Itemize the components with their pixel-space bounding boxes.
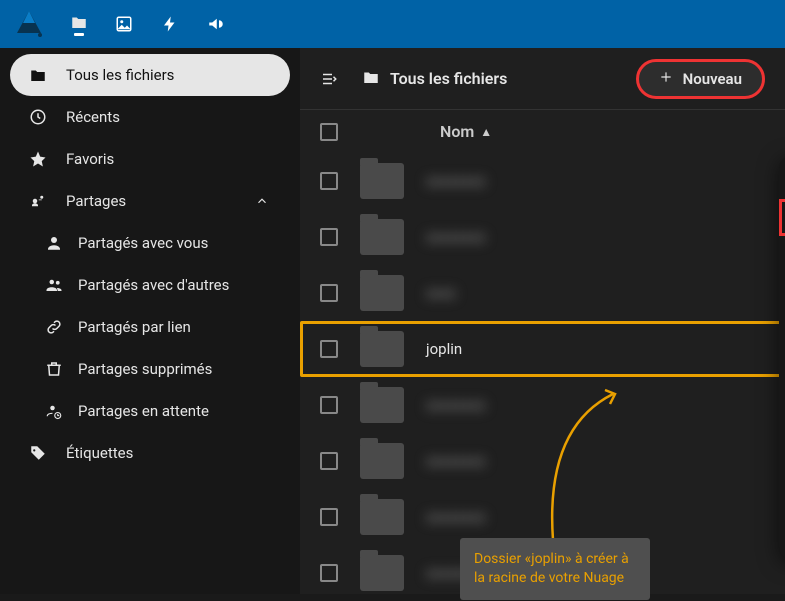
row-name: xxxxxxxx [426,172,486,190]
sidebar-item-recent[interactable]: Récents [10,96,290,138]
folder-icon [360,331,404,367]
sidebar-item-label: Récents [66,108,120,126]
sidebar-subitem-pending-shares[interactable]: Partages en attente [10,390,290,432]
breadcrumb-label: Tous les fichiers [390,69,507,88]
sidebar-subitem-label: Partagés avec vous [78,234,208,252]
files-app-icon[interactable] [70,13,88,36]
sidebar-item-label: Favoris [66,150,114,168]
menu-item[interactable]: Nouveau dossier [779,199,785,236]
table-row[interactable]: joplin [300,321,785,377]
sidebar-item-all-files[interactable]: Tous les fichiers [10,54,290,96]
row-checkbox[interactable] [320,396,338,414]
folder-icon [360,219,404,255]
row-name: xxxxxxxx [426,228,486,246]
sidebar-item-label: Étiquettes [66,444,133,462]
table-header: Nom ▲ [300,110,785,153]
select-all-checkbox[interactable] [320,123,338,141]
sidebar-subitem-label: Partagés par lien [78,318,191,336]
new-button[interactable]: Nouveau [636,59,765,99]
plus-icon [659,70,673,88]
folder-icon [360,275,404,311]
column-header-name[interactable]: Nom ▲ [360,122,765,141]
users-icon [44,276,64,294]
user-clock-icon [44,402,64,420]
menu-item[interactable]: Nouveau diagramme [779,294,785,331]
sidebar-item-favorites[interactable]: Favoris [10,138,290,180]
sidebar-item-tags[interactable]: Étiquettes [10,432,290,474]
row-name: xxxxxxxx [426,396,486,414]
sidebar-subitem-label: Partages supprimés [78,360,212,378]
new-menu: Téléchargement des fichiersNouveau dossi… [779,156,785,559]
table-row[interactable]: xxxx [300,265,785,321]
link-icon [44,318,64,336]
sidebar: Tous les fichiers Récents Favoris Partag… [0,48,300,594]
trash-icon [44,360,64,378]
share-icon [28,192,48,210]
sidebar-subitem-shared-with-others[interactable]: Partagés avec d'autres [10,264,290,306]
table-row[interactable]: xxxxxxxx [300,209,785,265]
sidebar-item-shares[interactable]: Partages [10,180,290,222]
folder-icon [362,68,380,90]
sidebar-subitem-shared-by-link[interactable]: Partagés par lien [10,306,290,348]
folder-icon [360,555,404,591]
row-checkbox[interactable] [320,452,338,470]
table-row[interactable]: xxxxxxxx [300,153,785,209]
row-name: xxxx [426,284,456,302]
top-bar [0,0,785,48]
sidebar-toggle-icon[interactable] [320,67,344,91]
menu-item[interactable]: Nouvelle feuille de calcul [779,479,785,516]
row-checkbox[interactable] [320,564,338,582]
folder-icon [360,443,404,479]
menu-item[interactable]: Nouveau lien (.webloc) [779,442,785,479]
content-header: Tous les fichiers Nouveau [300,48,785,110]
menu-item[interactable]: Téléchargement des fichiers [779,162,785,199]
folder-icon [360,163,404,199]
app-logo[interactable] [14,9,44,39]
announcement-app-icon[interactable] [206,14,226,34]
row-checkbox[interactable] [320,508,338,526]
photos-app-icon[interactable] [114,14,134,34]
folder-icon [28,66,48,84]
new-button-label: Nouveau [683,70,742,88]
user-icon [44,234,64,252]
tag-icon [28,444,48,462]
sidebar-subitem-label: Partages en attente [78,402,209,420]
sidebar-item-label: Partages [66,192,126,210]
menu-item[interactable]: Nouveau fichier texte [779,368,785,405]
table-row[interactable]: xxxxxxxx [300,433,785,489]
chevron-up-icon [252,194,272,208]
annotation-callout: Dossier «joplin» à créer à la racine de … [460,538,650,600]
table-row[interactable]: xxxxxxxx [300,377,785,433]
sidebar-subitem-deleted-shares[interactable]: Partages supprimés [10,348,290,390]
folder-icon [360,387,404,423]
menu-item[interactable]: Nouvelle présentation [779,516,785,553]
star-icon [28,150,48,168]
content-area: Tous les fichiers Nouveau Nom ▲ xxxxxxxx… [300,48,785,594]
table-row[interactable]: xxxxxxxx [300,489,785,545]
row-name: xxxxxxxx [426,508,486,526]
activity-app-icon[interactable] [160,14,180,34]
row-checkbox[interactable] [320,340,338,358]
sidebar-item-label: Tous les fichiers [66,66,174,84]
menu-item[interactable]: Créer un nouveau dossier de modèles [779,236,785,294]
sidebar-subitem-label: Partagés avec d'autres [78,276,229,294]
menu-item[interactable]: Nouveau document [779,331,785,368]
menu-item[interactable]: Nouveau lien (.URL) [779,405,785,442]
sort-ascending-icon: ▲ [480,125,492,139]
sidebar-subitem-shared-with-you[interactable]: Partagés avec vous [10,222,290,264]
clock-icon [28,108,48,126]
row-checkbox[interactable] [320,228,338,246]
row-name: joplin [426,340,462,358]
folder-icon [360,499,404,535]
row-checkbox[interactable] [320,172,338,190]
row-name: xxxxxxxx [426,452,486,470]
breadcrumb[interactable]: Tous les fichiers [362,68,507,90]
row-checkbox[interactable] [320,284,338,302]
